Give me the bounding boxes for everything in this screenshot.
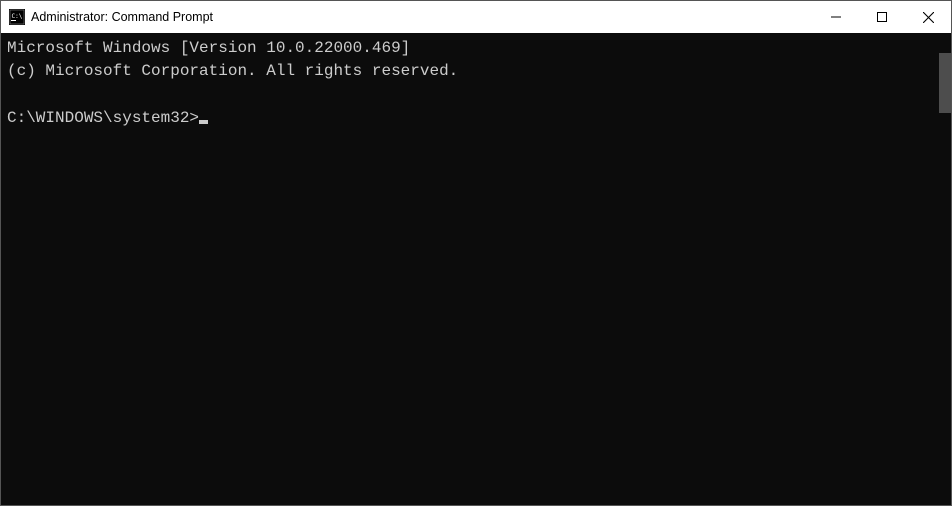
minimize-button[interactable]: [813, 1, 859, 33]
copyright-line: (c) Microsoft Corporation. All rights re…: [7, 62, 458, 80]
maximize-button[interactable]: [859, 1, 905, 33]
titlebar[interactable]: C:\ Administrator: Command Prompt: [1, 1, 951, 33]
close-button[interactable]: [905, 1, 951, 33]
terminal-area[interactable]: Microsoft Windows [Version 10.0.22000.46…: [1, 33, 951, 505]
version-line: Microsoft Windows [Version 10.0.22000.46…: [7, 39, 410, 57]
window-title: Administrator: Command Prompt: [31, 10, 813, 24]
prompt: C:\WINDOWS\system32>: [7, 109, 199, 127]
scrollbar[interactable]: [935, 33, 951, 505]
cursor-icon: [199, 120, 208, 124]
scrollbar-thumb[interactable]: [939, 53, 951, 113]
window-controls: [813, 1, 951, 33]
svg-text:C:\: C:\: [12, 13, 23, 20]
cmd-icon: C:\: [9, 9, 25, 25]
